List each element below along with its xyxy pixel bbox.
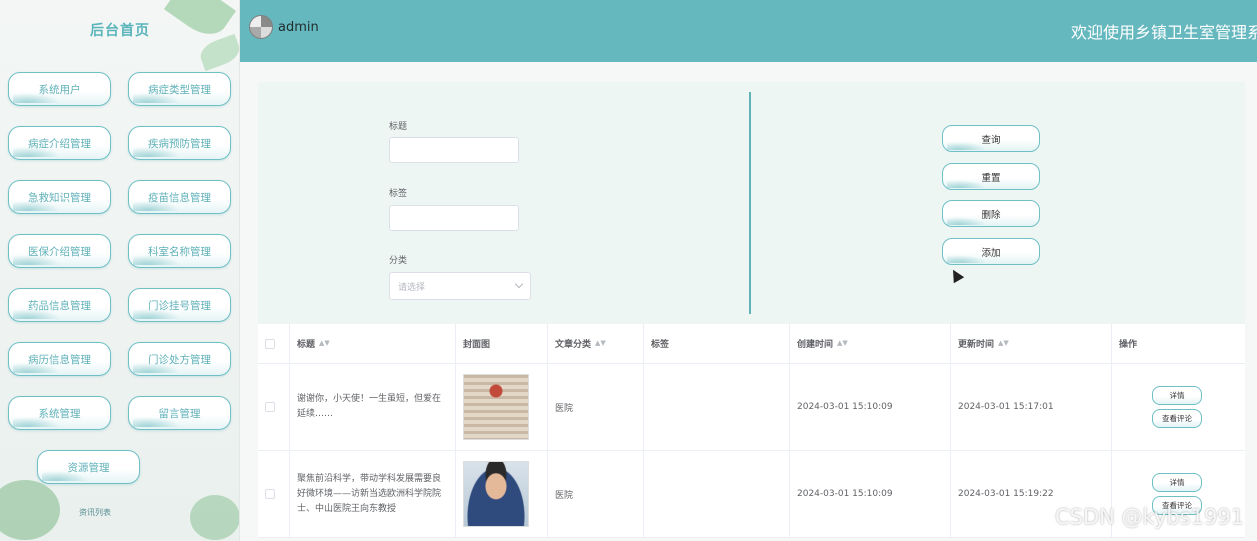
category-label: 分类	[389, 256, 408, 266]
menu-drug[interactable]: 药品信息管理	[8, 288, 111, 322]
menu-disease-type[interactable]: 病症类型管理	[128, 72, 231, 106]
select-all-checkbox[interactable]	[265, 338, 275, 349]
row-category: 医院	[548, 451, 644, 537]
sidebar: 后台首页 系统用户 病症类型管理 病症介绍管理 疾病预防管理 急救知识管理 疫苗…	[0, 0, 240, 541]
row-tag	[644, 364, 790, 450]
row-checkbox[interactable]	[265, 489, 275, 499]
select-all-cell	[258, 324, 290, 363]
delete-button[interactable]: 删除	[942, 200, 1040, 227]
menu-messages[interactable]: 留言管理	[128, 396, 231, 430]
reset-button[interactable]: 重置	[942, 163, 1040, 190]
row-created: 2024-03-01 15:10:09	[790, 451, 951, 537]
sort-icon[interactable]: ▲▼	[595, 340, 606, 347]
menu-registration[interactable]: 门诊挂号管理	[128, 288, 231, 322]
welcome-text: 欢迎使用乡镇卫生室管理系统	[1071, 23, 1257, 42]
menu-prescription[interactable]: 门诊处方管理	[128, 342, 231, 376]
chevron-down-icon	[514, 279, 524, 289]
header-updated[interactable]: 更新时间 ▲▼	[951, 324, 1112, 363]
detail-button[interactable]: 详情	[1152, 386, 1202, 405]
menu-system-users[interactable]: 系统用户	[8, 72, 111, 106]
title-label: 标题	[389, 122, 408, 132]
row-title: 聚焦前沿科学，带动学科发展需要良好微环境——访新当选欧洲科学院院士、中山医院王向…	[297, 473, 442, 514]
category-select[interactable]: 请选择	[389, 272, 531, 300]
menu-system[interactable]: 系统管理	[8, 396, 111, 430]
top-header: admin 欢迎使用乡镇卫生室管理系统	[240, 0, 1257, 62]
main-content: 标题 标签 分类 请选择 查询 重置 删除 添加 标题 ▲▼ 封面图 文章分类 ▲▼…	[240, 62, 1257, 541]
header-actions: 操作	[1119, 340, 1138, 350]
header-tag: 标签	[644, 324, 790, 363]
row-checkbox[interactable]	[265, 402, 275, 412]
add-button[interactable]: 添加	[942, 238, 1040, 265]
search-panel: 标题 标签 分类 请选择 查询 重置 删除 添加	[258, 82, 1245, 324]
row-title-cell: 谢谢你，小天使！一生虽短，但爱在延续……	[290, 364, 456, 450]
header-category[interactable]: 文章分类 ▲▼	[548, 324, 644, 363]
menu-disease-intro[interactable]: 病症介绍管理	[8, 126, 111, 160]
sort-icon[interactable]: ▲▼	[837, 340, 848, 347]
row-cover-cell	[456, 451, 548, 537]
menu-disease-prevention[interactable]: 疾病预防管理	[128, 126, 231, 160]
menu-medical-record[interactable]: 病历信息管理	[8, 342, 111, 376]
lotus-leaf-decoration	[190, 495, 239, 540]
avatar[interactable]	[249, 15, 273, 39]
sort-icon[interactable]: ▲▼	[998, 340, 1009, 347]
view-comments-button[interactable]: 查看评论	[1152, 409, 1202, 428]
detail-button[interactable]: 详情	[1152, 473, 1202, 492]
sort-icon[interactable]: ▲▼	[319, 340, 330, 347]
row-select-cell	[258, 364, 290, 450]
table-header: 标题 ▲▼ 封面图 文章分类 ▲▼ 标签 创建时间 ▲▼ 更新时间 ▲▼ 操作	[258, 324, 1245, 364]
row-created: 2024-03-01 15:10:09	[790, 364, 951, 450]
panel-divider	[749, 92, 751, 314]
title-input[interactable]	[389, 137, 519, 163]
row-updated: 2024-03-01 15:17:01	[951, 364, 1112, 450]
header-title[interactable]: 标题 ▲▼	[290, 324, 456, 363]
menu-department[interactable]: 科室名称管理	[128, 234, 231, 268]
submenu-news-list[interactable]: 资讯列表	[0, 507, 190, 518]
table-row: 谢谢你，小天使！一生虽短，但爱在延续…… 医院 2024-03-01 15:10…	[258, 364, 1245, 451]
row-cover-cell	[456, 364, 548, 450]
query-button[interactable]: 查询	[942, 125, 1040, 152]
username: admin	[278, 20, 319, 35]
row-tag	[644, 451, 790, 537]
menu-insurance[interactable]: 医保介绍管理	[8, 234, 111, 268]
tag-label: 标签	[389, 189, 408, 199]
menu-first-aid[interactable]: 急救知识管理	[8, 180, 111, 214]
tag-input[interactable]	[389, 205, 519, 231]
cover-image	[463, 374, 529, 440]
row-category: 医院	[548, 364, 644, 450]
mouse-cursor-icon	[947, 266, 965, 284]
row-actions-cell: 详情 查看评论	[1112, 364, 1245, 450]
row-title: 谢谢你，小天使！一生虽短，但爱在延续……	[297, 394, 442, 419]
row-select-cell	[258, 451, 290, 537]
watermark: CSDN @kybs1991	[1055, 505, 1245, 529]
header-cover: 封面图	[456, 324, 548, 363]
row-title-cell: 聚焦前沿科学，带动学科发展需要良好微环境——访新当选欧洲科学院院士、中山医院王向…	[290, 451, 456, 537]
header-created[interactable]: 创建时间 ▲▼	[790, 324, 951, 363]
cover-image	[463, 461, 529, 527]
menu-vaccine[interactable]: 疫苗信息管理	[128, 180, 231, 214]
menu-resources[interactable]: 资源管理	[37, 450, 140, 484]
category-placeholder: 请选择	[398, 282, 426, 293]
sidebar-title[interactable]: 后台首页	[0, 20, 239, 40]
